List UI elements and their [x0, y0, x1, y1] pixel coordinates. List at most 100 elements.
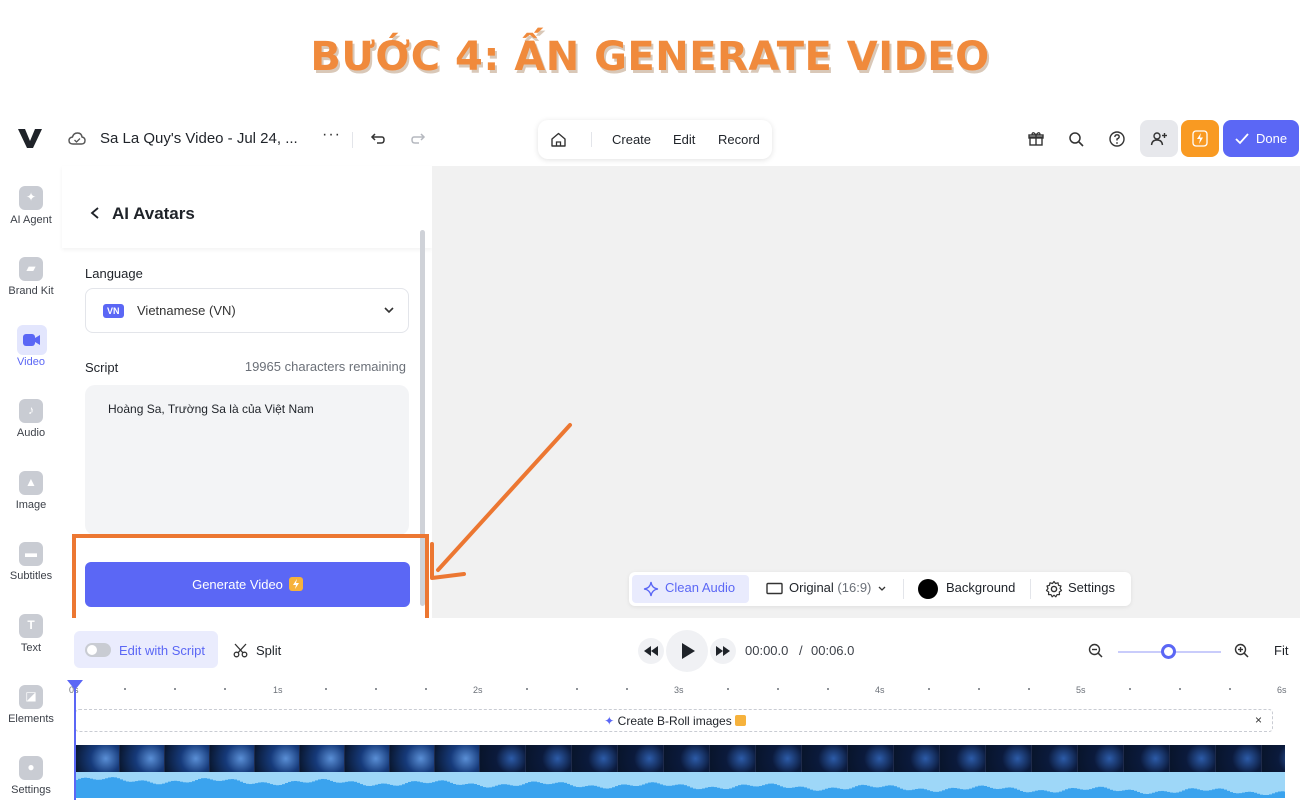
- waveform-bar: [960, 789, 963, 798]
- background-color-swatch: [918, 579, 938, 599]
- waveform-bar: [834, 787, 837, 798]
- canvas-toolbar: Clean Audio Original (16:9) Background S…: [629, 572, 1131, 606]
- waveform-bar: [141, 780, 144, 798]
- subtitles-icon: ▬: [19, 542, 43, 566]
- rewind-button[interactable]: [638, 638, 664, 664]
- waveform-graph: [75, 772, 1285, 798]
- waveform-bar: [897, 787, 900, 798]
- create-broll-button[interactable]: ✦ Create B-Roll images: [76, 714, 1274, 728]
- close-icon[interactable]: ×: [1255, 713, 1262, 727]
- waveform-bar: [444, 780, 447, 798]
- waveform-bar: [1248, 791, 1251, 798]
- sidebar-item-audio[interactable]: ♪ Audio: [0, 399, 62, 459]
- waveform-bar: [228, 779, 231, 798]
- top-bar: Sa La Quy's Video - Jul 24, ... ··· Crea…: [0, 112, 1300, 166]
- sidebar-item-video[interactable]: Video: [0, 325, 62, 388]
- timeline-ruler[interactable]: 0s 1s 2s 3s 4s 5s 6s: [62, 680, 1300, 702]
- waveform-bar: [1020, 791, 1023, 798]
- done-button[interactable]: Done: [1223, 120, 1299, 157]
- zoom-out-icon[interactable]: [1088, 643, 1103, 658]
- sidebar-item-brand-kit[interactable]: ▰ Brand Kit: [0, 257, 62, 317]
- broll-track[interactable]: ✦ Create B-Roll images ×: [75, 709, 1273, 732]
- waveform-bar: [1173, 792, 1176, 798]
- chevron-down-icon: [878, 586, 886, 591]
- fast-forward-button[interactable]: [710, 638, 736, 664]
- sidebar-item-label: AI Agent: [10, 214, 52, 226]
- waveform-bar: [468, 783, 471, 798]
- video-frame-thumbnail: [255, 745, 300, 772]
- waveform-bar: [114, 777, 117, 798]
- waveform-bar: [1107, 788, 1110, 798]
- sidebar-item-ai-agent[interactable]: ✦ AI Agent: [0, 186, 62, 246]
- waveform-bar: [519, 785, 522, 798]
- split-button[interactable]: Split: [256, 643, 281, 658]
- waveform-bar: [297, 781, 300, 798]
- invite-user-button[interactable]: [1140, 120, 1178, 157]
- sidebar-item-label: Brand Kit: [8, 285, 54, 297]
- gift-icon[interactable]: [1027, 130, 1045, 148]
- zoom-slider-handle[interactable]: [1161, 644, 1176, 659]
- video-frame-thumbnail: [390, 745, 435, 772]
- ruler-dot: [124, 688, 126, 690]
- waveform-bar: [1122, 790, 1125, 798]
- upgrade-button[interactable]: [1181, 120, 1219, 157]
- waveform-bar: [1059, 791, 1062, 798]
- audio-track-waveform[interactable]: [75, 772, 1285, 798]
- language-label: Language: [85, 266, 143, 281]
- sidebar-item-settings[interactable]: ● Settings: [0, 756, 62, 812]
- script-textarea[interactable]: Hoàng Sa, Trường Sa là của Việt Nam: [85, 385, 409, 535]
- ruler-tick-label: 6s: [1277, 685, 1287, 695]
- waveform-bar: [480, 786, 483, 798]
- waveform-bar: [687, 786, 690, 798]
- waveform-bar: [420, 782, 423, 798]
- tab-record[interactable]: Record: [718, 132, 760, 147]
- waveform-bar: [1011, 787, 1014, 798]
- done-label: Done: [1256, 131, 1288, 146]
- waveform-bar: [1041, 790, 1044, 798]
- waveform-bar: [1137, 791, 1140, 798]
- waveform-bar: [1080, 789, 1083, 798]
- sidebar-item-subtitles[interactable]: ▬ Subtitles: [0, 542, 62, 602]
- waveform-bar: [111, 777, 114, 798]
- clean-audio-button[interactable]: Clean Audio: [632, 575, 749, 603]
- waveform-bar: [786, 787, 789, 798]
- more-options-button[interactable]: ···: [322, 126, 341, 144]
- waveform-bar: [450, 782, 453, 798]
- chevron-left-icon[interactable]: [89, 206, 101, 220]
- ruler-dot: [224, 688, 226, 690]
- video-frame-thumbnail: [572, 745, 618, 772]
- waveform-bar: [669, 785, 672, 798]
- search-icon[interactable]: [1067, 130, 1085, 148]
- waveform-bar: [585, 786, 588, 798]
- sparkle-icon: ✦: [604, 714, 615, 728]
- waveform-bar: [630, 785, 633, 798]
- sidebar-item-elements[interactable]: ◪ Elements: [0, 685, 62, 745]
- video-track-filmstrip[interactable]: [75, 745, 1285, 772]
- document-title[interactable]: Sa La Quy's Video - Jul 24, ...: [100, 130, 298, 147]
- app-logo-icon[interactable]: [16, 124, 44, 152]
- waveform-bar: [783, 787, 786, 798]
- waveform-bar: [1161, 790, 1164, 798]
- waveform-bar: [1050, 792, 1053, 798]
- edit-with-script-toggle[interactable]: Edit with Script: [74, 631, 218, 668]
- waveform-bar: [237, 780, 240, 798]
- help-icon[interactable]: [1108, 130, 1126, 148]
- waveform-bar: [954, 788, 957, 798]
- waveform-bar: [102, 779, 105, 798]
- home-icon[interactable]: [550, 131, 567, 148]
- fit-button[interactable]: Fit: [1274, 643, 1288, 658]
- playhead-line[interactable]: [74, 688, 76, 800]
- zoom-in-icon[interactable]: [1234, 643, 1249, 658]
- undo-icon[interactable]: [368, 130, 386, 148]
- waveform-bar: [417, 781, 420, 798]
- toggle-switch[interactable]: [85, 643, 111, 657]
- play-button[interactable]: [666, 630, 708, 672]
- redo-icon[interactable]: [410, 130, 428, 148]
- tab-edit[interactable]: Edit: [673, 132, 695, 147]
- waveform-bar: [375, 784, 378, 798]
- language-select[interactable]: VN Vietnamese (VN): [85, 288, 409, 333]
- sidebar-item-image[interactable]: ▲ Image: [0, 471, 62, 531]
- sidebar-item-text[interactable]: T Text: [0, 614, 62, 674]
- tab-create[interactable]: Create: [612, 132, 651, 147]
- scissors-icon[interactable]: [233, 643, 248, 658]
